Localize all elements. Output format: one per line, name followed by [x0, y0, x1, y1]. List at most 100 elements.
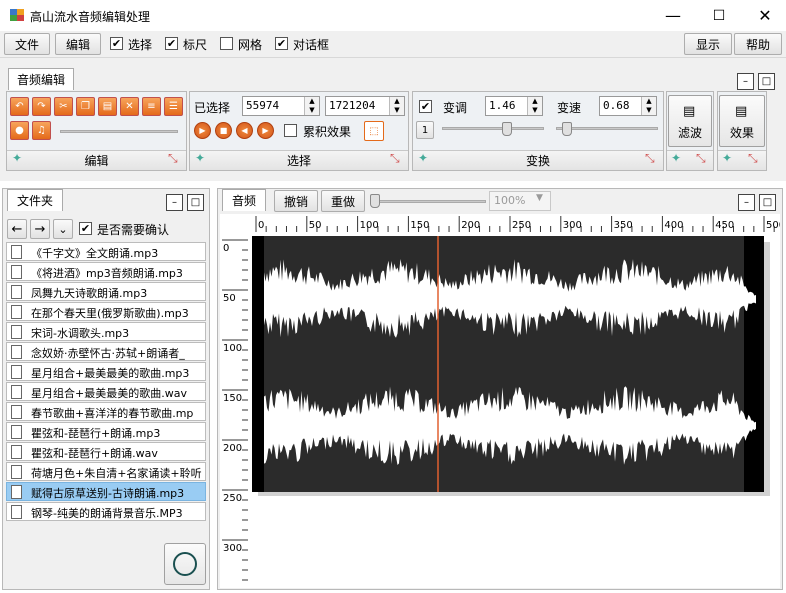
file-icon: [11, 385, 22, 399]
spin-arrows-icon[interactable]: ▲ ▼: [389, 97, 404, 115]
merge-icon[interactable]: ☰: [164, 97, 183, 116]
file-list-item[interactable]: 凤舞九天诗歌朗诵.mp3: [6, 282, 206, 301]
selection-start-input[interactable]: 55974 ▲ ▼: [242, 96, 320, 116]
file-list-item[interactable]: 星月组合+最美最美的歌曲.mp3: [6, 362, 206, 381]
speed-slider-thumb[interactable]: [562, 122, 572, 136]
stop-icon[interactable]: ■: [215, 122, 232, 139]
volume-slider[interactable]: [60, 130, 178, 133]
confirm-checkbox[interactable]: ✔: [79, 222, 92, 235]
pitch-slider-thumb[interactable]: [502, 122, 512, 136]
expand-icon[interactable]: ⤡: [696, 151, 706, 166]
file-list-item[interactable]: 宋词-水调歌头.mp3: [6, 322, 206, 341]
cut-icon[interactable]: ✂: [54, 97, 73, 116]
tab-audio[interactable]: 音频: [222, 189, 266, 211]
reset-one-button[interactable]: 1: [416, 121, 434, 139]
filter-button[interactable]: ▤ 滤波: [668, 95, 712, 147]
speed-label: 变速: [557, 101, 582, 115]
ribbon-minimize-button[interactable]: –: [737, 73, 754, 90]
zoom-slider-thumb[interactable]: [370, 194, 380, 208]
file-list-item[interactable]: 《将进酒》mp3音频朗诵.mp3: [6, 262, 206, 281]
accumulate-checkbox[interactable]: [284, 124, 297, 137]
undo-button[interactable]: 撤销: [274, 190, 318, 212]
audio-restore-button[interactable]: □: [759, 194, 776, 211]
microphone-icon[interactable]: ●: [10, 121, 29, 140]
expand-icon[interactable]: ⤡: [748, 151, 758, 166]
delete-icon[interactable]: ✕: [120, 97, 139, 116]
forward-arrow-icon[interactable]: →: [30, 219, 50, 239]
ruler-y-label: 200: [223, 443, 242, 454]
file-list-item[interactable]: 瞿弦和-琵琶行+朗诵.wav: [6, 442, 206, 461]
copy-icon[interactable]: ❐: [76, 97, 95, 116]
chevron-down-icon[interactable]: ⌄: [53, 219, 73, 239]
expand-icon[interactable]: ⤡: [390, 151, 400, 166]
file-list-item[interactable]: 念奴娇·赤壁怀古·苏轼+朗诵者_: [6, 342, 206, 361]
tab-folder[interactable]: 文件夹: [7, 189, 63, 211]
edit-group-footer: 编辑: [7, 150, 186, 170]
minimize-button[interactable]: —: [650, 0, 696, 31]
zoom-slider[interactable]: [370, 200, 486, 203]
redo-tool-icon[interactable]: ↷: [32, 97, 51, 116]
ruler-checkbox[interactable]: ✔: [165, 37, 178, 50]
transform-group-label: 变换: [525, 154, 550, 168]
file-icon: [11, 265, 22, 279]
effect-label: 效果: [730, 126, 755, 140]
show-button[interactable]: 显示: [684, 33, 732, 55]
ribbon-restore-button[interactable]: □: [758, 73, 775, 90]
file-name: 春节歌曲+喜洋洋的春节歌曲.mp: [31, 407, 194, 420]
spin-arrows-icon[interactable]: ▲ ▼: [304, 97, 319, 115]
ruler-y-label: 0: [223, 243, 229, 254]
file-list-item[interactable]: 荷塘月色+朱自清+名家诵读+聆听: [6, 462, 206, 481]
file-button[interactable]: 文件: [4, 33, 50, 55]
file-name: 星月组合+最美最美的歌曲.wav: [31, 387, 187, 400]
audio-minimize-button[interactable]: –: [738, 194, 755, 211]
file-list-item[interactable]: 瞿弦和-琵琶行+朗诵.mp3: [6, 422, 206, 441]
file-list-item[interactable]: 钢琴-纯美的朗诵背景音乐.MP3: [6, 502, 206, 521]
rewind-icon[interactable]: ◀: [236, 122, 253, 139]
edit-button[interactable]: 编辑: [55, 33, 101, 55]
back-arrow-icon[interactable]: ←: [7, 219, 27, 239]
expand-icon[interactable]: ⤡: [168, 151, 178, 166]
redo-button[interactable]: 重做: [321, 190, 365, 212]
zoom-select[interactable]: 100% ▼: [489, 191, 551, 211]
pitch-checkbox[interactable]: ✔: [419, 100, 432, 113]
file-list-item[interactable]: 春节歌曲+喜洋洋的春节歌曲.mp: [6, 402, 206, 421]
play-icon[interactable]: ▶: [194, 122, 211, 139]
spin-arrows-icon[interactable]: ▲ ▼: [527, 97, 542, 115]
selection-start-value: 55974: [246, 99, 280, 112]
folder-restore-button[interactable]: □: [187, 194, 204, 211]
ruler-x-label: 50: [309, 220, 322, 231]
undo-tool-icon[interactable]: ↶: [10, 97, 29, 116]
tab-audio-edit[interactable]: 音频编辑: [8, 68, 74, 90]
magic-wand-icon: ✦: [671, 151, 682, 165]
folder-minimize-button[interactable]: –: [166, 194, 183, 211]
paste-icon[interactable]: ▤: [98, 97, 117, 116]
spin-arrows-icon[interactable]: ▲ ▼: [641, 97, 656, 115]
maximize-button[interactable]: ☐: [696, 0, 742, 31]
selection-end-input[interactable]: 1721204 ▲ ▼: [325, 96, 405, 116]
select-group-label: 选择: [286, 154, 311, 168]
filter-label: 滤波: [678, 126, 703, 140]
record-button[interactable]: [164, 543, 206, 585]
close-button[interactable]: ✕: [742, 0, 786, 31]
grid-checkbox[interactable]: [220, 37, 233, 50]
pitch-slider[interactable]: [442, 127, 544, 130]
select-region-icon[interactable]: ⬚: [364, 121, 384, 141]
expand-icon[interactable]: ⤡: [645, 151, 655, 166]
split-icon[interactable]: ≡: [142, 97, 161, 116]
ruler-y-label: 50: [223, 293, 236, 304]
file-list-item[interactable]: 在那个春天里(俄罗斯歌曲).mp3: [6, 302, 206, 321]
file-list-item[interactable]: 《千字文》全文朗诵.mp3: [6, 242, 206, 261]
file-name: 星月组合+最美最美的歌曲.mp3: [31, 367, 190, 380]
select-checkbox[interactable]: ✔: [110, 37, 123, 50]
forward-icon[interactable]: ▶: [257, 122, 274, 139]
speed-input[interactable]: 0.68 ▲ ▼: [599, 96, 657, 116]
dialog-checkbox[interactable]: ✔: [275, 37, 288, 50]
effect-button[interactable]: ▤ 效果: [719, 95, 765, 147]
waveform-view[interactable]: 0 50 100 150 200 250 300 350 400 450 500 0 50 100 150…: [220, 214, 780, 588]
file-list-item[interactable]: 星月组合+最美最美的歌曲.wav: [6, 382, 206, 401]
file-list-item[interactable]: 赋得古原草送别-古诗朗诵.mp3: [6, 482, 206, 501]
music-note-icon[interactable]: ♫: [32, 121, 51, 140]
file-icon: [11, 365, 22, 379]
help-button[interactable]: 帮助: [734, 33, 782, 55]
pitch-input[interactable]: 1.46 ▲ ▼: [485, 96, 543, 116]
